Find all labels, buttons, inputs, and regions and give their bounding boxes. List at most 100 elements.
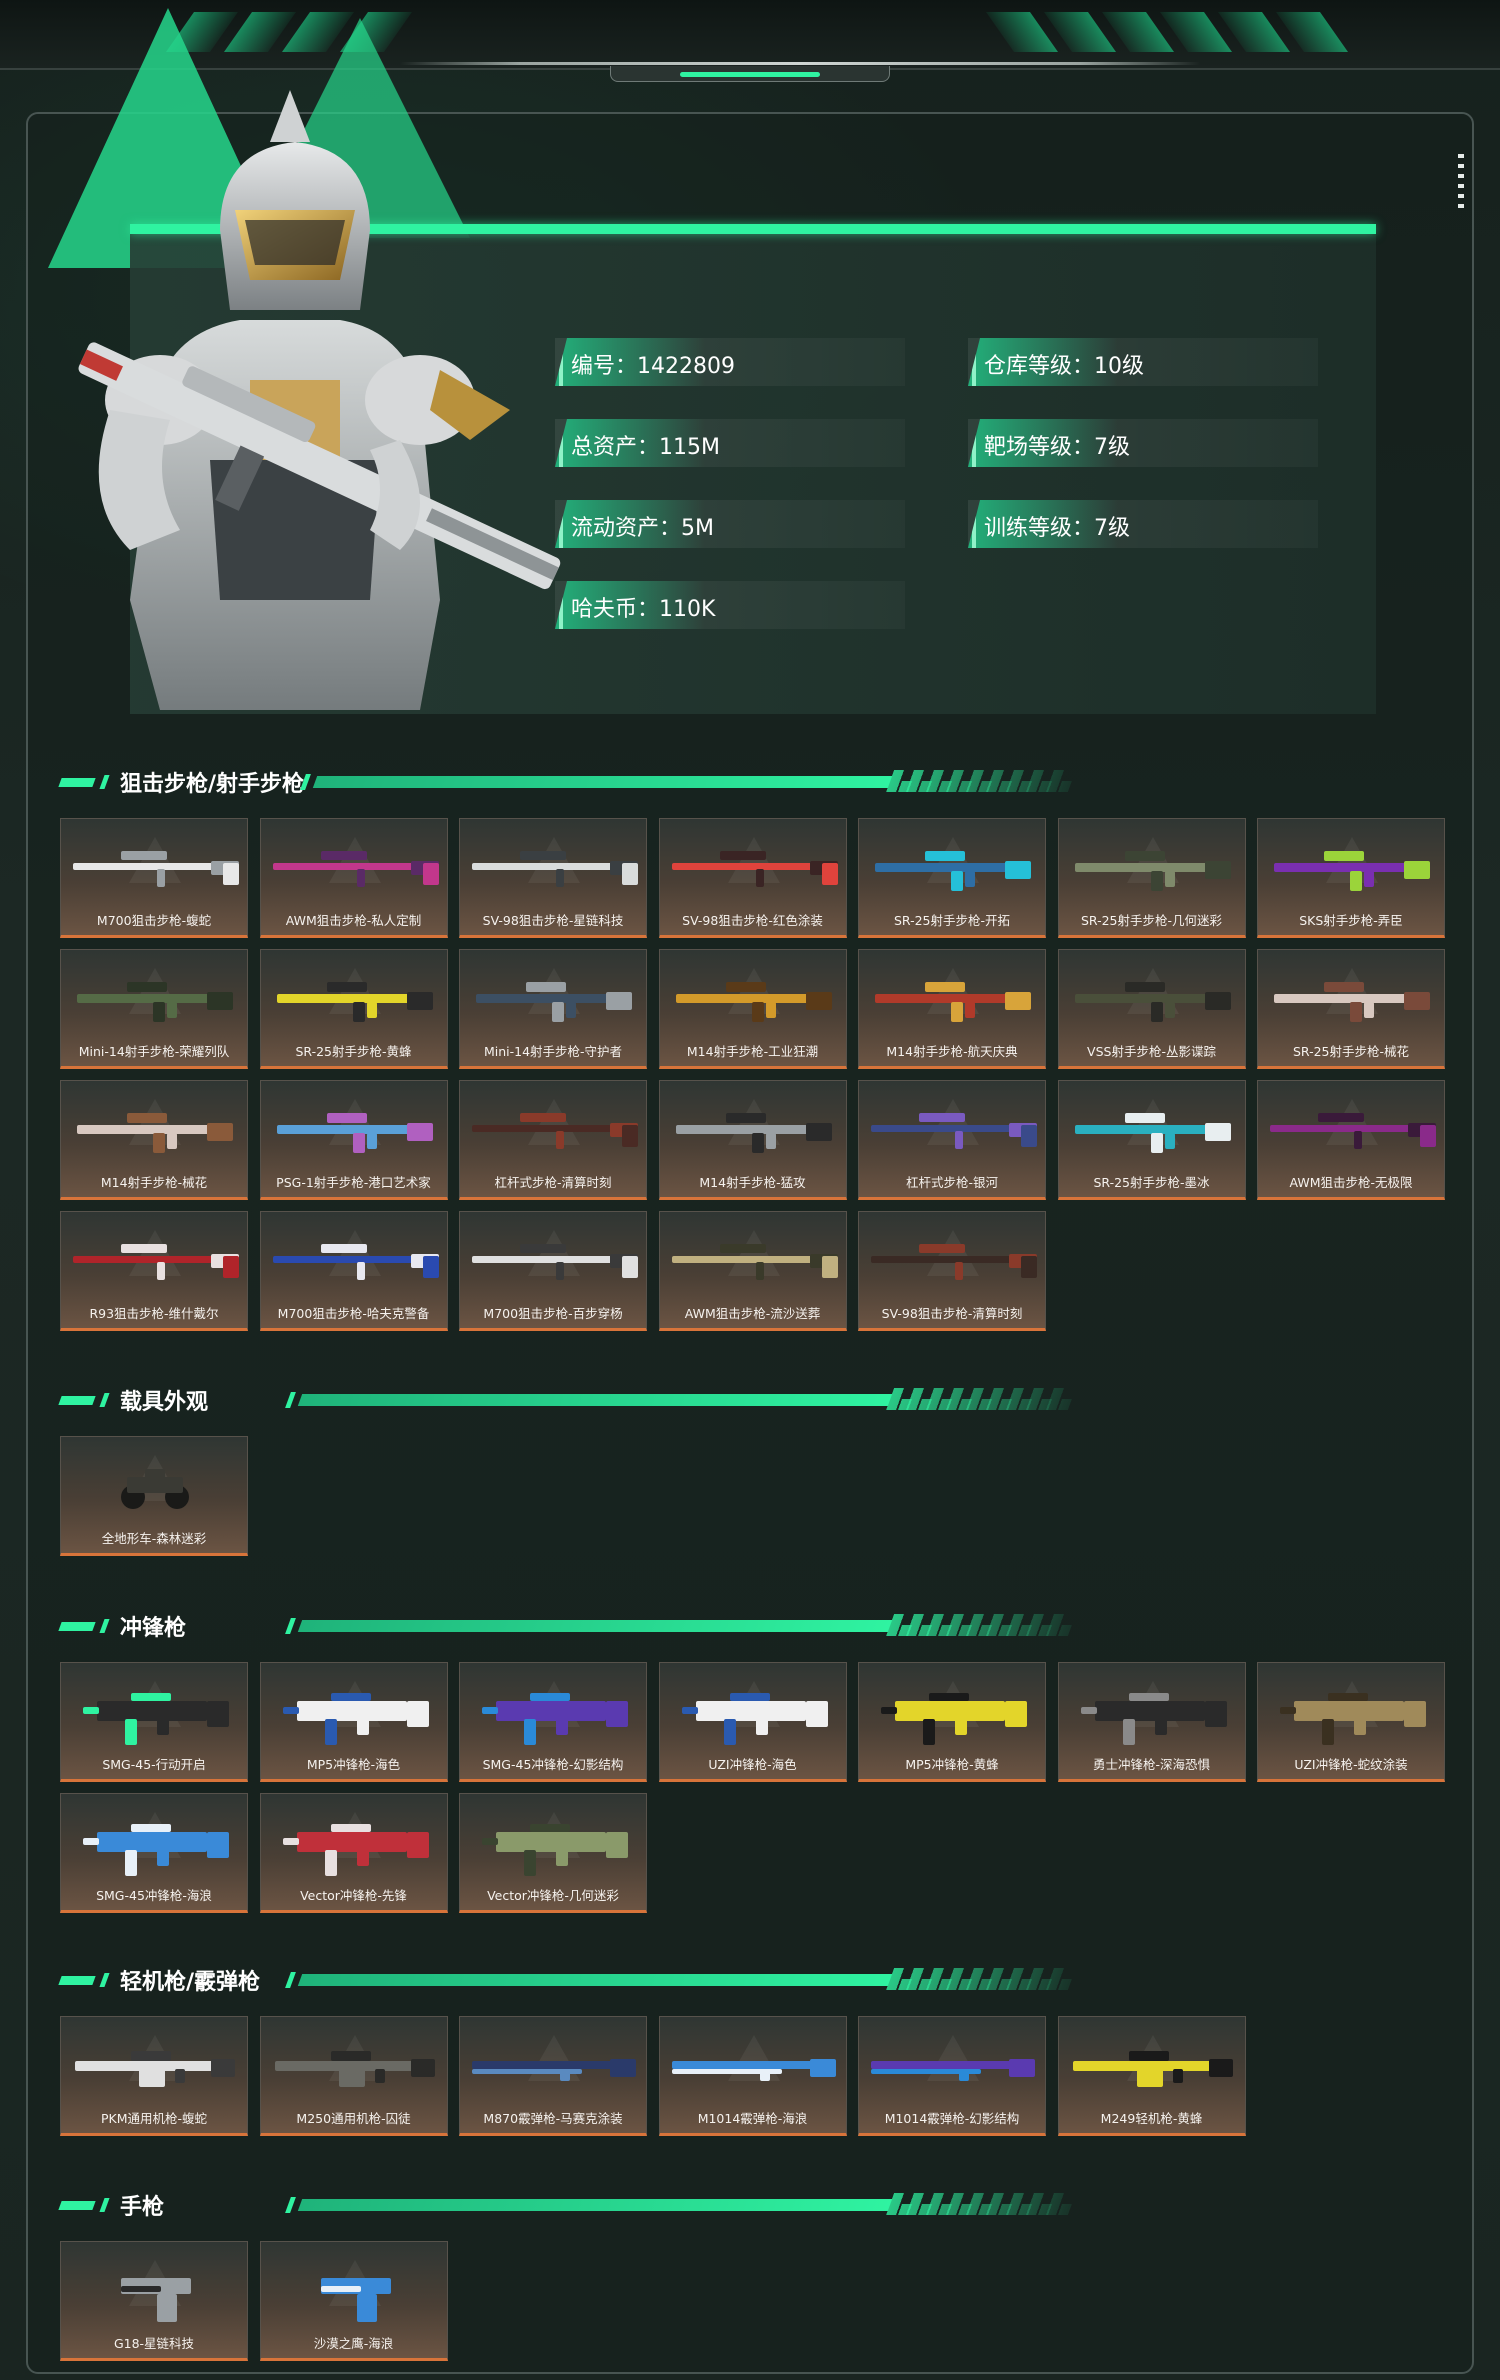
item-card[interactable]: SV-98狙击步枪-星链科技 <box>459 818 647 938</box>
item-label: 杠杆式步枪-银河 <box>905 1175 998 1190</box>
weapon-part <box>276 994 419 1003</box>
weapon-part <box>157 2294 177 2322</box>
item-card[interactable]: M1014霰弹枪-海浪 <box>658 2016 847 2136</box>
scroll-indicator-dots[interactable] <box>1458 154 1464 214</box>
weapon-part <box>556 1719 568 1735</box>
section-header: 轻机枪/霰弹枪 <box>58 1960 1075 2000</box>
item-card[interactable]: AWM狙击步枪-流沙送葬 <box>658 1211 847 1331</box>
item-card[interactable]: SR-25射手步枪-械花 <box>1257 949 1445 1069</box>
weapon-part <box>1128 2051 1169 2061</box>
dmr-icon <box>875 851 1031 891</box>
weapon-part <box>324 1850 337 1876</box>
item-card[interactable]: SR-25射手步枪-几何迷彩 <box>1057 818 1246 938</box>
weapon-part <box>139 2069 165 2087</box>
item-card[interactable]: SR-25射手步枪-黄蜂 <box>259 949 448 1069</box>
item-card[interactable]: G18-星链科技 <box>60 2241 248 2361</box>
item-card[interactable]: M249轻机枪-黄蜂 <box>1057 2016 1246 2136</box>
item-card[interactable]: Vector冲锋枪-几何迷彩 <box>459 1793 647 1913</box>
section-bar <box>312 776 893 788</box>
item-card[interactable]: M14射手步枪-工业狂潮 <box>658 949 847 1069</box>
info-box-coins: 哈夫币：110K <box>555 581 905 629</box>
item-card[interactable]: M700狙击步枪-百步穿杨 <box>459 1211 647 1331</box>
weapon-part <box>675 1125 818 1134</box>
item-card[interactable]: 勇士冲锋枪-深海恐惧 <box>1057 1662 1246 1782</box>
item-card[interactable]: M1014霰弹枪-幻影结构 <box>858 2016 1046 2136</box>
weapon-part <box>153 1002 165 1022</box>
weapon-part <box>296 1701 407 1721</box>
item-card[interactable]: 杠杆式步枪-银河 <box>858 1080 1046 1200</box>
item-card[interactable]: Mini-14射手步枪-荣耀列队 <box>60 949 248 1069</box>
weapon-part <box>805 1701 828 1727</box>
item-label: Mini-14射手步枪-守护者 <box>483 1044 623 1059</box>
item-card[interactable]: SV-98狙击步枪-红色涂装 <box>658 818 847 938</box>
info-box-range-level: 靶场等级：7级 <box>968 419 1318 467</box>
weapon-part <box>145 1469 165 1479</box>
weapon-part <box>719 851 766 860</box>
weapon-part <box>127 982 167 992</box>
weapon-part <box>97 1832 207 1852</box>
weapon-part <box>530 1693 570 1701</box>
item-card[interactable]: M870霰弹枪-马赛克涂装 <box>459 2016 647 2136</box>
dmr-icon <box>1074 982 1231 1022</box>
item-card[interactable]: SKS射手步枪-弄臣 <box>1257 818 1445 938</box>
item-card[interactable]: M250通用机枪-囚徒 <box>259 2016 448 2136</box>
weapon-part <box>157 1719 169 1735</box>
weapon-part <box>73 863 223 870</box>
weapon-part <box>1172 2069 1183 2083</box>
item-card[interactable]: 全地形车-森林迷彩 <box>60 1436 248 1556</box>
item-card[interactable]: MP5冲锋枪-黄蜂 <box>858 1662 1046 1782</box>
dmr-icon <box>1074 1113 1231 1153</box>
item-card[interactable]: SMG-45-行动开启 <box>60 1662 248 1782</box>
weapon-part <box>296 1832 407 1852</box>
item-card[interactable]: 杠杆式步枪-清算时刻 <box>459 1080 647 1200</box>
weapon-part <box>556 1131 564 1149</box>
weapon-part <box>955 1262 963 1280</box>
dmr-icon <box>675 1113 832 1153</box>
section-title: 手枪 <box>120 2195 165 2220</box>
item-card[interactable]: VSS射手步枪-丛影谍踪 <box>1057 949 1246 1069</box>
weapon-part <box>821 863 838 885</box>
weapon-part <box>121 1244 167 1253</box>
item-card[interactable]: M14射手步枪-航天庆典 <box>858 949 1046 1069</box>
item-card[interactable]: SV-98狙击步枪-清算时刻 <box>858 1211 1046 1331</box>
item-card[interactable]: AWM狙击步枪-无极限 <box>1257 1080 1445 1200</box>
weapon-part <box>406 992 433 1010</box>
info-id: 编号：1422809 <box>571 354 735 379</box>
item-card[interactable]: MP5冲锋枪-海色 <box>259 1662 448 1782</box>
item-card[interactable]: M700狙击步枪-蝮蛇 <box>60 818 248 938</box>
weapon-part <box>1350 1002 1362 1022</box>
item-card[interactable]: 沙漠之鹰-海浪 <box>259 2241 448 2361</box>
item-card[interactable]: AWM狙击步枪-私人定制 <box>259 818 448 938</box>
item-card[interactable]: M14射手步枪-械花 <box>60 1080 248 1200</box>
item-card[interactable]: R93狙击步枪-维什戴尔 <box>60 1211 248 1331</box>
section-bar <box>297 2199 893 2211</box>
operator-portrait <box>78 90 561 710</box>
sniper-icon <box>1270 1113 1436 1149</box>
weapon-part <box>671 2061 828 2069</box>
item-card[interactable]: M14射手步枪-猛攻 <box>658 1080 847 1200</box>
item-card[interactable]: PSG-1射手步枪-港口艺术家 <box>259 1080 448 1200</box>
item-card[interactable]: M700狙击步枪-哈夫克警备 <box>259 1211 448 1331</box>
item-card[interactable]: UZI冲锋枪-海色 <box>658 1662 847 1782</box>
item-card[interactable]: SR-25射手步枪-墨冰 <box>1057 1080 1246 1200</box>
dmr-icon <box>476 982 632 1022</box>
item-card[interactable]: PKM通用机枪-蝮蛇 <box>60 2016 248 2136</box>
item-card[interactable]: UZI冲锋枪-蛇纹涂装 <box>1257 1662 1445 1782</box>
weapon-part <box>211 2059 235 2077</box>
weapon-part <box>729 1693 770 1701</box>
weapon-part <box>167 1133 177 1149</box>
weapon-part <box>606 1832 628 1858</box>
item-card[interactable]: SR-25射手步枪-开拓 <box>858 818 1046 938</box>
weapon-part <box>1021 1256 1037 1278</box>
item-label: PKM通用机枪-蝮蛇 <box>100 2111 208 2126</box>
item-card[interactable]: Vector冲锋枪-先锋 <box>259 1793 448 1913</box>
weapon-part <box>881 1707 897 1714</box>
weapon-part <box>125 1850 137 1876</box>
section-bar-tick <box>285 2197 296 2213</box>
weapon-part <box>1350 871 1362 891</box>
section-header: 手枪 <box>58 2185 1075 2225</box>
info-liquid-assets: 流动资产：5M <box>571 516 714 541</box>
item-card[interactable]: SMG-45冲锋枪-海浪 <box>60 1793 248 1913</box>
item-card[interactable]: Mini-14射手步枪-守护者 <box>459 949 647 1069</box>
item-card[interactable]: SMG-45冲锋枪-幻影结构 <box>459 1662 647 1782</box>
